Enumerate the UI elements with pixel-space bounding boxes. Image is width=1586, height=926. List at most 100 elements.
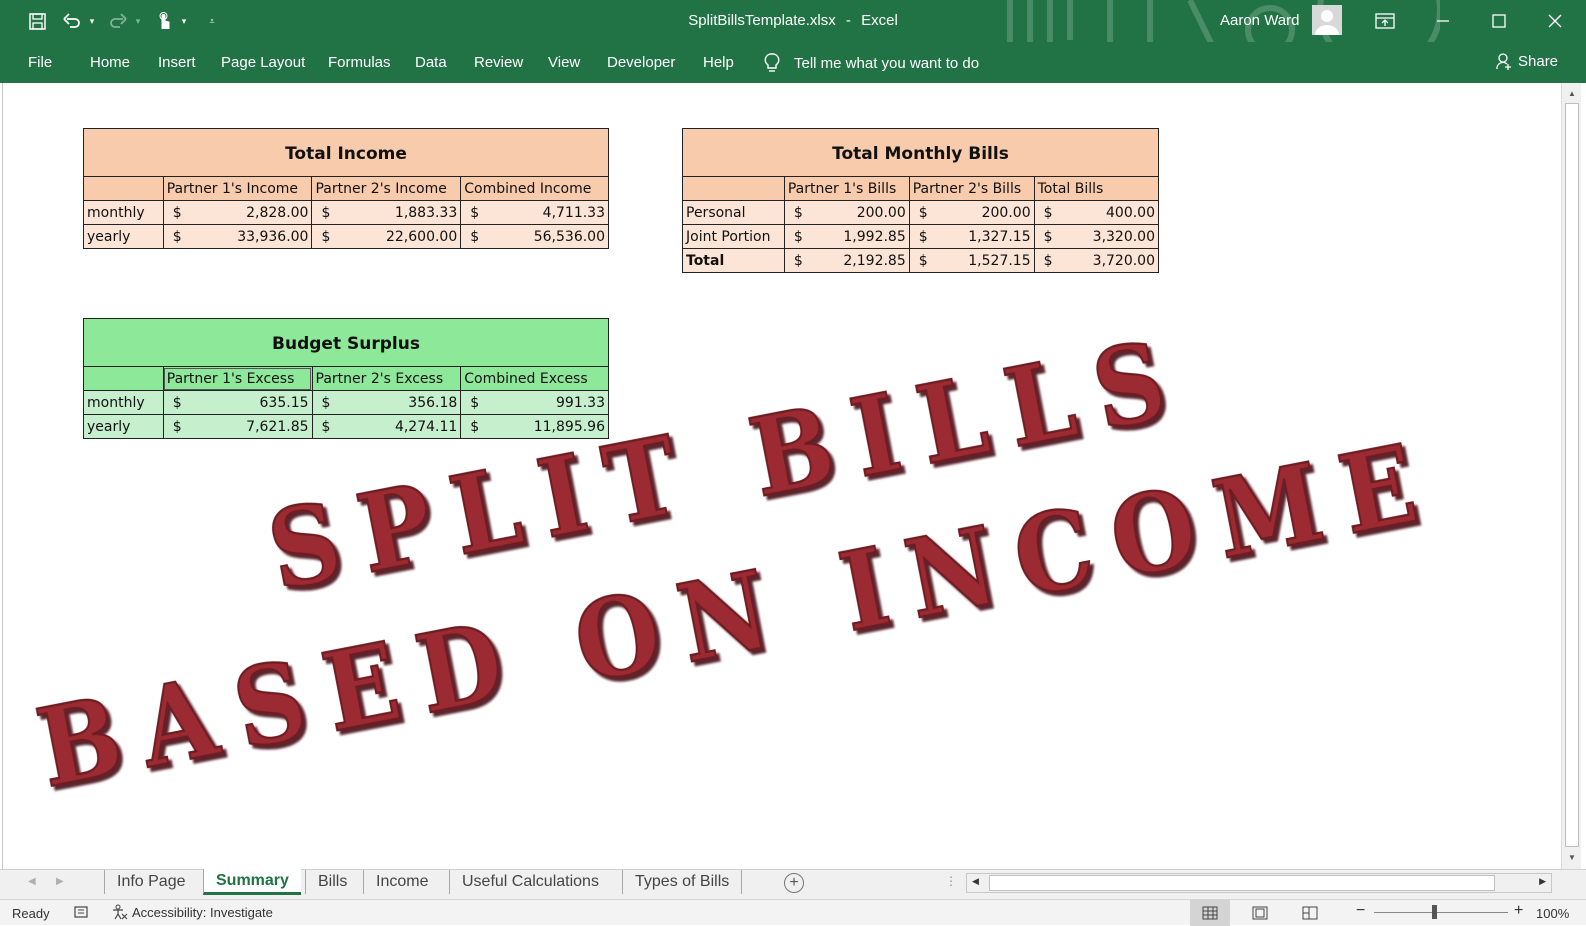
surplus-title[interactable]: Budget Surplus [83, 318, 609, 367]
sheet-tab-info-page[interactable]: Info Page [104, 870, 198, 894]
page-layout-view-icon[interactable] [1240, 900, 1280, 926]
tab-help[interactable]: Help [703, 54, 734, 71]
scroll-left-icon[interactable]: ◀ [972, 876, 979, 887]
header-cell[interactable]: Combined Excess [460, 366, 609, 391]
money-cell[interactable]: $4,274.11 [311, 414, 462, 439]
ribbon-tab-bar: File Home Insert Page Layout Formulas Da… [0, 42, 1586, 83]
next-sheet-icon[interactable]: ▶ [56, 876, 64, 887]
scroll-right-icon[interactable]: ▶ [1539, 876, 1546, 887]
share-button[interactable]: Share [1496, 52, 1558, 70]
scroll-down-icon[interactable]: ▼ [1565, 850, 1579, 864]
worksheet-area[interactable]: Total Income Partner 1's Income Partner … [2, 83, 1560, 869]
zoom-level[interactable]: 100% [1536, 906, 1569, 921]
add-sheet-button[interactable]: + [784, 873, 804, 893]
row-label-total[interactable]: Total [682, 248, 785, 273]
tab-file[interactable]: File [28, 54, 52, 71]
money-cell[interactable]: $3,320.00 [1033, 224, 1160, 249]
header-cell[interactable]: Partner 2's Income [311, 176, 462, 201]
save-icon[interactable] [24, 9, 50, 33]
page-break-view-icon[interactable] [1290, 900, 1330, 926]
row-label[interactable]: monthly [83, 200, 164, 225]
row-label[interactable]: yearly [83, 414, 164, 439]
ribbon-display-options-icon[interactable] [1360, 0, 1410, 42]
redo-icon[interactable] [106, 9, 130, 33]
money-cell[interactable]: $3,720.00 [1033, 248, 1160, 273]
tab-formulas[interactable]: Formulas [328, 54, 391, 71]
close-icon[interactable] [1530, 0, 1580, 42]
money-cell[interactable]: $11,895.96 [460, 414, 609, 439]
amount-value: 1,327.15 [968, 228, 1031, 245]
sheet-tab-income[interactable]: Income [363, 870, 440, 894]
tab-page-layout[interactable]: Page Layout [221, 54, 305, 71]
money-cell[interactable]: $56,536.00 [460, 224, 609, 249]
header-cell[interactable] [83, 176, 164, 201]
scroll-up-icon[interactable]: ▲ [1565, 86, 1579, 100]
tab-splitter-icon[interactable]: ⋮ [945, 874, 957, 888]
undo-icon[interactable] [60, 9, 84, 33]
header-cell[interactable]: Partner 1's Bills [783, 176, 910, 201]
money-cell[interactable]: $4,711.33 [460, 200, 609, 225]
money-cell[interactable]: $1,527.15 [908, 248, 1035, 273]
header-cell[interactable] [682, 176, 785, 201]
vertical-scroll-thumb[interactable] [1565, 103, 1579, 847]
bills-title[interactable]: Total Monthly Bills [682, 128, 1159, 177]
row-label[interactable]: Joint Portion [682, 224, 785, 249]
money-cell[interactable]: $400.00 [1033, 200, 1160, 225]
money-cell[interactable]: $22,600.00 [311, 224, 462, 249]
customize-qat-icon[interactable]: ⩡ [204, 9, 220, 33]
prev-sheet-icon[interactable]: ◀ [28, 876, 36, 887]
sheet-tab-bills[interactable]: Bills [305, 870, 359, 894]
touch-mode-icon[interactable] [152, 9, 176, 33]
row-label[interactable]: monthly [83, 390, 164, 415]
tab-developer[interactable]: Developer [607, 54, 675, 71]
header-cell[interactable]: Partner 1's Income [162, 176, 313, 201]
money-cell[interactable]: $1,992.85 [783, 224, 910, 249]
money-cell[interactable]: $635.15 [162, 390, 313, 415]
minimize-icon[interactable] [1418, 0, 1468, 42]
money-cell[interactable]: $7,621.85 [162, 414, 313, 439]
header-cell[interactable]: Combined Income [460, 176, 609, 201]
money-cell[interactable]: $1,883.33 [311, 200, 462, 225]
money-cell[interactable]: $2,828.00 [162, 200, 313, 225]
user-name[interactable]: Aaron Ward [1220, 12, 1299, 29]
tab-insert[interactable]: Insert [158, 54, 196, 71]
header-cell[interactable]: Total Bills [1033, 176, 1160, 201]
header-cell[interactable]: Partner 1's Excess [162, 366, 313, 391]
horizontal-scrollbar[interactable]: ◀ ▶ [966, 873, 1552, 893]
money-cell[interactable]: $1,327.15 [908, 224, 1035, 249]
tab-home[interactable]: Home [90, 54, 130, 71]
money-cell[interactable]: $356.18 [311, 390, 462, 415]
zoom-slider-thumb[interactable] [1432, 905, 1437, 919]
touch-mode-dropdown-icon[interactable]: ▾ [178, 9, 190, 33]
horizontal-scroll-thumb[interactable] [989, 875, 1495, 891]
sheet-tab-types-of-bills[interactable]: Types of Bills [622, 870, 743, 894]
money-cell[interactable]: $2,192.85 [783, 248, 910, 273]
zoom-out-icon[interactable]: − [1356, 902, 1365, 920]
tab-data[interactable]: Data [415, 54, 447, 71]
vertical-scrollbar[interactable]: ▲ ▼ [1561, 83, 1581, 869]
accessibility-status[interactable]: Accessibility: Investigate [112, 904, 273, 920]
tab-review[interactable]: Review [474, 54, 523, 71]
redo-dropdown-icon[interactable]: ▾ [132, 9, 144, 33]
zoom-in-icon[interactable]: + [1514, 902, 1523, 920]
sheet-tab-useful-calculations[interactable]: Useful Calculations [449, 870, 611, 894]
header-cell[interactable]: Partner 2's Bills [908, 176, 1035, 201]
undo-dropdown-icon[interactable]: ▾ [86, 9, 98, 33]
avatar-icon[interactable] [1312, 5, 1342, 35]
sheet-tab-summary[interactable]: Summary [203, 869, 301, 895]
macro-record-icon[interactable] [74, 905, 88, 922]
tell-me-search[interactable]: Tell me what you want to do [764, 51, 979, 75]
money-cell[interactable]: $200.00 [783, 200, 910, 225]
money-cell[interactable]: $33,936.00 [162, 224, 313, 249]
row-label[interactable]: yearly [83, 224, 164, 249]
money-cell[interactable]: $991.33 [460, 390, 609, 415]
header-cell[interactable] [83, 366, 164, 391]
maximize-icon[interactable] [1474, 0, 1524, 42]
income-title[interactable]: Total Income [83, 128, 609, 177]
money-cell[interactable]: $200.00 [908, 200, 1035, 225]
tab-view[interactable]: View [548, 54, 580, 71]
zoom-slider[interactable] [1374, 912, 1508, 913]
normal-view-icon[interactable] [1190, 900, 1230, 926]
row-label[interactable]: Personal [682, 200, 785, 225]
header-cell[interactable]: Partner 2's Excess [311, 366, 462, 391]
